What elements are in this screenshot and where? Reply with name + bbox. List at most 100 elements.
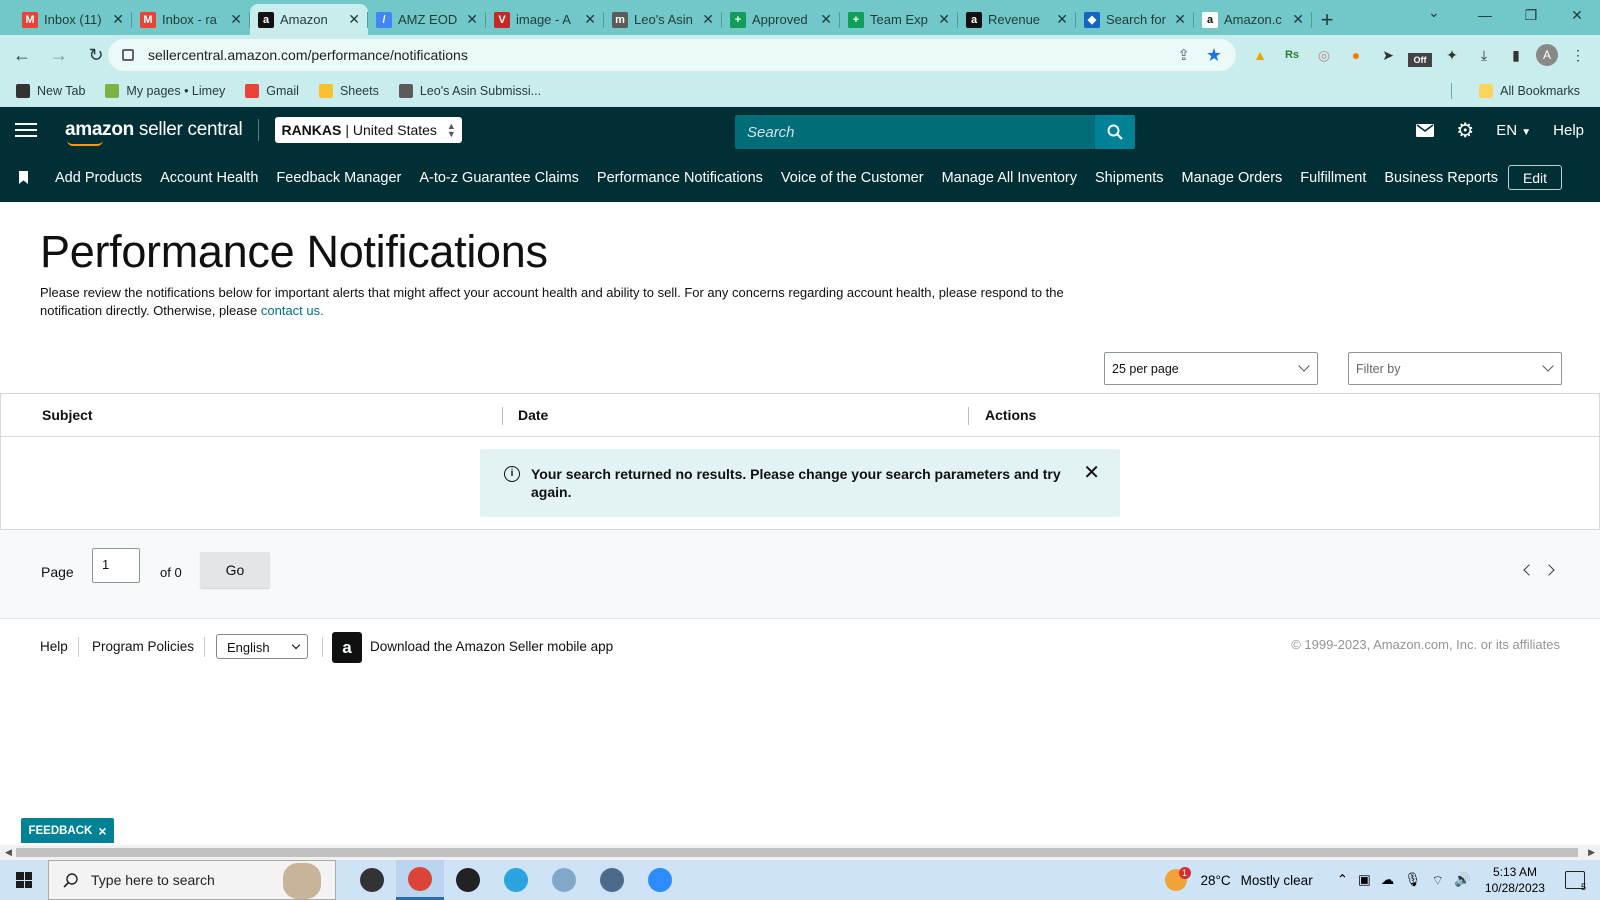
next-page-icon[interactable] [1543, 564, 1555, 576]
bookmark-star-icon[interactable]: ★ [1206, 45, 1222, 66]
browser-tab-5[interactable]: m Leo's Asin ✕ [604, 4, 722, 35]
bookmark-icon[interactable] [19, 171, 28, 184]
browser-tab-6[interactable]: + Approved ✕ [722, 4, 840, 35]
column-subject[interactable]: Subject [42, 407, 93, 423]
nav-item-business-reports[interactable]: Business Reports [1384, 170, 1498, 186]
weather-text[interactable]: Mostly clear [1241, 873, 1313, 888]
close-tab-icon[interactable]: ✕ [584, 11, 596, 28]
nav-item-manage-all-inventory[interactable]: Manage All Inventory [942, 170, 1077, 186]
help-link[interactable]: Help [1553, 122, 1584, 139]
browser-tab-9[interactable]: ◆ Search for ✕ [1076, 4, 1194, 35]
windows-start-icon[interactable] [16, 872, 32, 888]
restore-icon[interactable]: ❐ [1508, 0, 1554, 30]
close-tab-icon[interactable]: ✕ [230, 11, 242, 28]
close-tab-icon[interactable]: ✕ [1056, 11, 1068, 28]
nav-item-shipments[interactable]: Shipments [1095, 170, 1164, 186]
page-number-input[interactable]: 1 [92, 548, 140, 583]
nav-item-manage-orders[interactable]: Manage Orders [1182, 170, 1283, 186]
close-tab-icon[interactable]: ✕ [112, 11, 124, 28]
temperature[interactable]: 28°C [1201, 873, 1231, 888]
download-app-link[interactable]: Download the Amazon Seller mobile app [370, 639, 613, 654]
close-tab-icon[interactable]: ✕ [1292, 11, 1304, 28]
horizontal-scrollbar[interactable]: ◀ ▶ [0, 845, 1600, 860]
browser-tab-3[interactable]: / AMZ EOD ✕ [368, 4, 486, 35]
mail-icon[interactable] [1416, 123, 1435, 137]
search-button[interactable] [1095, 115, 1135, 149]
taskbar-app[interactable] [348, 860, 396, 900]
nav-item-account-health[interactable]: Account Health [160, 170, 258, 186]
nav-item-performance-notifications[interactable]: Performance Notifications [597, 170, 763, 186]
bookmark-item[interactable]: Sheets [318, 84, 379, 98]
cloud-icon[interactable]: ☁ [1381, 872, 1395, 888]
program-policies-link[interactable]: Program Policies [92, 639, 194, 654]
edit-nav-button[interactable]: Edit [1508, 165, 1562, 190]
scroll-right-icon[interactable]: ▶ [1588, 847, 1595, 858]
taskbar-search-input[interactable]: Type here to search [48, 860, 336, 900]
scroll-left-icon[interactable]: ◀ [5, 847, 12, 858]
close-window-icon[interactable]: ✕ [1554, 0, 1600, 30]
go-button[interactable]: Go [200, 552, 270, 588]
new-tab-button[interactable]: + [1312, 4, 1342, 35]
extension-off-icon[interactable]: Off [1408, 53, 1432, 67]
taskbar-app[interactable] [540, 860, 588, 900]
bookmark-item[interactable]: Leo's Asin Submissi... [398, 84, 541, 98]
settings-gear-icon[interactable]: ⚙ [1456, 118, 1474, 143]
address-bar[interactable]: sellercentral.amazon.com/performance/not… [108, 39, 1236, 71]
nav-item-a-to-z-guarantee-claims[interactable]: A-to-z Guarantee Claims [419, 170, 579, 186]
extensions-puzzle-icon[interactable]: ✦ [1440, 40, 1464, 70]
reload-icon[interactable]: ↻ [81, 40, 111, 70]
bookmark-item[interactable]: New Tab [16, 84, 85, 98]
nav-item-feedback-manager[interactable]: Feedback Manager [276, 170, 401, 186]
column-date[interactable]: Date [518, 407, 548, 423]
previous-page-icon[interactable] [1523, 564, 1535, 576]
wifi-icon[interactable]: ⌔ [1431, 872, 1444, 889]
footer-language-select[interactable]: English [216, 634, 308, 659]
share-icon[interactable]: ⇪ [1177, 46, 1190, 64]
taskbar-app[interactable] [588, 860, 636, 900]
taskbar-app[interactable] [444, 860, 492, 900]
taskbar-app[interactable] [492, 860, 540, 900]
language-selector[interactable]: EN ▼ [1496, 122, 1531, 139]
account-switcher[interactable]: RANKAS | United States ▲ ▼ [275, 117, 462, 143]
browser-tab-10[interactable]: a Amazon.c ✕ [1194, 4, 1312, 35]
forward-icon[interactable]: → [44, 40, 74, 70]
extension-arrow-icon[interactable]: ➤ [1376, 40, 1400, 70]
tab-search-icon[interactable]: ⌄ [1428, 4, 1440, 21]
amazon-app-icon[interactable]: a [332, 632, 362, 663]
close-tab-icon[interactable]: ✕ [1174, 11, 1186, 28]
contact-us-link[interactable]: contact us. [261, 303, 324, 318]
browser-tab-8[interactable]: a Revenue ✕ [958, 4, 1076, 35]
hamburger-menu-icon[interactable] [15, 123, 37, 137]
feedback-button[interactable]: FEEDBACK × [21, 818, 114, 843]
taskbar-app[interactable] [396, 860, 444, 900]
per-page-select[interactable]: 25 per page [1104, 352, 1318, 385]
close-tab-icon[interactable]: ✕ [466, 11, 478, 28]
close-tab-icon[interactable]: ✕ [938, 11, 950, 28]
side-panel-icon[interactable]: ▮ [1504, 40, 1528, 70]
extension-circle-icon[interactable]: ◎ [1312, 40, 1336, 70]
footer-help-link[interactable]: Help [40, 639, 68, 654]
profile-avatar[interactable]: A [1536, 44, 1558, 66]
close-tab-icon[interactable]: ✕ [820, 11, 832, 28]
taskbar-app[interactable] [636, 860, 684, 900]
feedback-close-icon[interactable]: × [98, 823, 106, 839]
download-icon[interactable]: ⤓ [1472, 40, 1496, 70]
nav-item-fulfillment[interactable]: Fulfillment [1300, 170, 1366, 186]
extension-amazon-icon[interactable]: ▲ [1248, 40, 1272, 70]
browser-tab-1[interactable]: M Inbox - ra ✕ [132, 4, 250, 35]
browser-tab-4[interactable]: Vimage - A ✕ [486, 4, 604, 35]
microphone-icon[interactable]: 🎙 [1404, 872, 1421, 888]
close-alert-icon[interactable]: ✕ [1083, 463, 1100, 483]
browser-menu-icon[interactable]: ⋮ [1566, 40, 1590, 70]
browser-tab-7[interactable]: + Team Exp ✕ [840, 4, 958, 35]
clock[interactable]: 5:13 AM 10/28/2023 [1485, 864, 1545, 896]
back-icon[interactable]: ← [7, 40, 37, 70]
show-hidden-icons-icon[interactable]: ⌃ [1337, 872, 1348, 888]
filter-select[interactable]: Filter by [1348, 352, 1562, 385]
seller-central-logo[interactable]: amazon seller central [65, 119, 243, 146]
scrollbar-thumb[interactable] [16, 848, 1578, 857]
minimize-icon[interactable]: — [1462, 0, 1508, 30]
bookmark-item[interactable]: My pages • Limey [105, 84, 225, 98]
all-bookmarks[interactable]: All Bookmarks [1479, 84, 1580, 98]
close-tab-icon[interactable]: ✕ [348, 11, 360, 28]
